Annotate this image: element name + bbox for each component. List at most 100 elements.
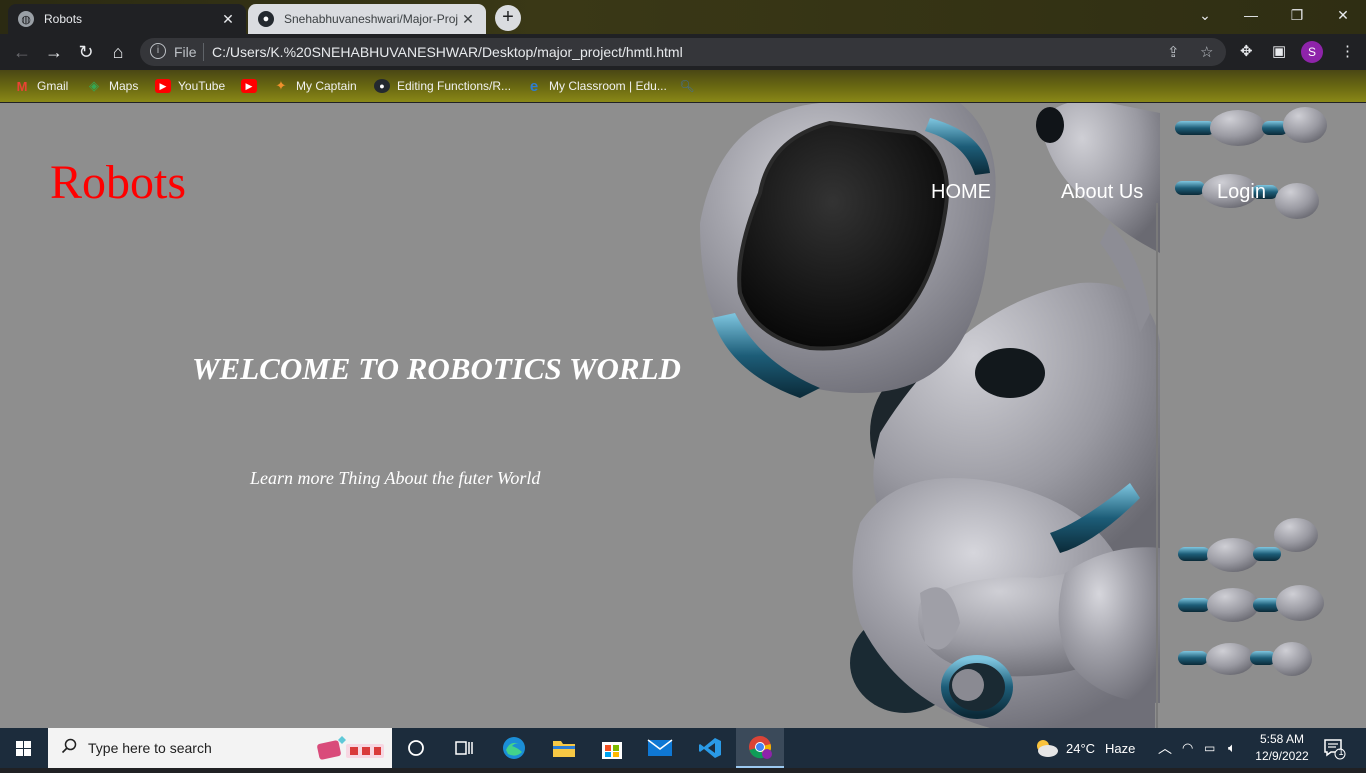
close-window-button[interactable]: ✕: [1320, 0, 1366, 30]
scheme-label: File: [174, 44, 197, 60]
bookmark-my-classroom[interactable]: e My Classroom | Edu...: [526, 77, 667, 95]
nav-home-link[interactable]: HOME: [931, 181, 991, 204]
weather-widget[interactable]: 24°C Haze: [1032, 728, 1135, 768]
edge-app[interactable]: [490, 728, 538, 768]
bookmark-label: My Captain: [296, 79, 357, 93]
weather-condition: Haze: [1105, 740, 1136, 756]
avatar[interactable]: S: [1301, 41, 1323, 63]
start-button[interactable]: [0, 728, 48, 768]
bookmark-label: My Classroom | Edu...: [549, 79, 667, 93]
restore-button[interactable]: ❐: [1274, 0, 1320, 30]
bookmark-label: Editing Functions/R...: [397, 79, 512, 93]
robot-neck: [975, 348, 1045, 398]
wifi-icon[interactable]: ◠: [1182, 728, 1193, 768]
bookmark-mycaptain[interactable]: ✦ My Captain: [273, 77, 357, 95]
bookmarks-bar: M Gmail ◈ Maps ▶ YouTube ▶ ✦ My Captain …: [0, 70, 1366, 102]
bookmark-maps[interactable]: ◈ Maps: [86, 77, 138, 95]
side-panel-icon[interactable]: ▣: [1272, 42, 1286, 60]
youtube-icon: ▶: [241, 79, 257, 93]
mail-app[interactable]: [636, 728, 684, 768]
address-bar[interactable]: i File C:/Users/K.%20SNEHABHUVANESHWAR/D…: [140, 38, 1226, 66]
mycaptain-icon: ✦: [275, 78, 287, 93]
chrome-icon: [749, 736, 772, 759]
tab-github[interactable]: ● Snehabhuvaneshwari/Major-Proj ✕: [248, 4, 486, 34]
close-tab-icon[interactable]: ✕: [220, 11, 236, 28]
cortana-icon: [408, 740, 424, 756]
new-tab-button[interactable]: +: [495, 5, 521, 31]
tab-title: Snehabhuvaneshwari/Major-Proj: [284, 12, 459, 26]
bookmark-star-icon[interactable]: ☆: [1200, 43, 1213, 61]
hero-title: WELCOME TO ROBOTICS WORLD: [192, 351, 681, 386]
nav-about-link[interactable]: About Us: [1061, 181, 1143, 204]
store-app[interactable]: [588, 728, 636, 768]
github-icon: ●: [258, 11, 274, 27]
edge-icon: [503, 737, 525, 759]
folder-icon: [553, 741, 575, 757]
bookmark-label: Maps: [109, 79, 139, 93]
task-view-button[interactable]: [440, 728, 488, 768]
bookmark-editing-functions[interactable]: ● Editing Functions/R...: [374, 77, 511, 95]
bookmark-label: Gmail: [37, 79, 69, 93]
url-text[interactable]: C:/Users/K.%20SNEHABHUVANESHWAR/Desktop/…: [212, 44, 683, 60]
store-icon: [602, 742, 622, 759]
weather-temp: 24°C: [1066, 740, 1096, 756]
reload-icon[interactable]: ↻: [74, 40, 98, 64]
task-view-icon: [455, 741, 473, 755]
mail-icon: [647, 739, 673, 756]
robot-shoulder: [1036, 107, 1064, 143]
clock-time: 5:58 AM: [1259, 732, 1305, 746]
robot-illustration: [700, 103, 1327, 728]
search-placeholder: Type here to search: [88, 740, 212, 756]
github-icon: ●: [374, 79, 390, 93]
browser-tab-strip: ◍ Robots ✕ ● Snehabhuvaneshwari/Major-Pr…: [0, 0, 1366, 34]
file-explorer-app[interactable]: [540, 728, 588, 768]
search-icon: [61, 738, 77, 754]
hero-subtitle: Learn more Thing About the futer World: [250, 468, 541, 488]
youtube-icon: ▶: [155, 79, 171, 93]
tab-title: Robots: [44, 12, 83, 26]
taskbar-search-box[interactable]: Type here to search: [48, 728, 392, 768]
notification-count: 1: [1338, 747, 1344, 757]
forward-icon[interactable]: →: [42, 40, 66, 64]
bookmark-youtube-2[interactable]: ▶: [241, 77, 264, 95]
volume-icon[interactable]: 🔈︎: [1228, 728, 1236, 768]
bookmark-gmail[interactable]: M Gmail: [14, 77, 69, 95]
bookmark-label: YouTube: [178, 79, 226, 93]
bookmark-youtube[interactable]: ▶ YouTube: [155, 77, 225, 95]
show-hidden-icons-button[interactable]: ︿: [1158, 728, 1172, 768]
cortana-button[interactable]: [392, 728, 440, 768]
clock-date: 12/9/2022: [1255, 749, 1309, 763]
page-viewport: Robots HOME About Us Login WELCOME TO RO…: [0, 103, 1366, 728]
tab-robots[interactable]: ◍ Robots ✕: [8, 4, 246, 34]
search-icon: 🔍︎: [679, 79, 695, 93]
maps-icon: ◈: [89, 78, 99, 93]
vscode-icon: [699, 738, 721, 758]
chevron-up-icon: ︿: [1158, 740, 1172, 756]
extensions-icon[interactable]: ✥: [1240, 42, 1253, 60]
notification-center-button[interactable]: 1: [1322, 736, 1346, 760]
globe-icon: ◍: [18, 11, 34, 27]
weather-haze-icon: [1037, 740, 1058, 757]
battery-icon[interactable]: ▭: [1204, 728, 1215, 768]
divider: [203, 43, 204, 61]
bookmark-search[interactable]: 🔍︎: [679, 77, 702, 95]
search-highlight-icon: [317, 736, 384, 760]
menu-icon[interactable]: ⋮: [1340, 42, 1355, 60]
taskbar-clock[interactable]: 5:58 AM 12/9/2022: [1251, 731, 1313, 765]
share-icon[interactable]: ⇪: [1167, 43, 1180, 61]
tab-search-icon[interactable]: ⌄: [1182, 0, 1228, 30]
edu-icon: e: [529, 77, 539, 95]
windows-logo-icon: [16, 741, 31, 756]
chrome-app[interactable]: [736, 728, 784, 768]
robot-wrist-cap: [952, 669, 984, 701]
windows-taskbar: Type here to search 24°C Haze ︿ ◠ ▭ 🔈︎ 5…: [0, 728, 1366, 768]
gmail-icon: M: [16, 78, 28, 94]
minimize-button[interactable]: —: [1228, 0, 1274, 30]
close-tab-icon[interactable]: ✕: [460, 11, 476, 28]
info-icon[interactable]: i: [150, 43, 166, 59]
vscode-app[interactable]: [686, 728, 734, 768]
back-icon[interactable]: ←: [10, 40, 34, 64]
nav-login-link[interactable]: Login: [1217, 181, 1266, 204]
site-logo[interactable]: Robots: [50, 155, 186, 210]
home-icon[interactable]: ⌂: [106, 40, 130, 64]
